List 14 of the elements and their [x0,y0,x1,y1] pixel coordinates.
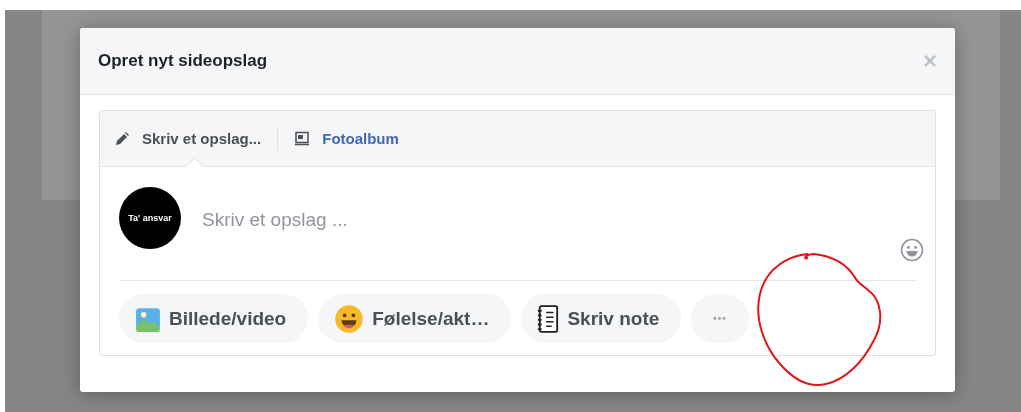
post-input[interactable]: Skriv et opslag ... [200,205,900,235]
action-button[interactable]: Billede/video [119,294,309,343]
action-button[interactable]: Skriv note [521,294,682,343]
album-icon [294,130,311,147]
tab[interactable]: Fotoalbum [294,123,399,154]
emoji-icon[interactable] [900,238,924,262]
notebook-icon [537,304,560,333]
tab[interactable]: Skriv et opslag... [114,123,262,154]
avatar-logo: Ta' ansvar [119,187,181,249]
pencil-icon [114,130,130,147]
picture-icon [135,305,161,332]
smiley-icon [334,303,365,334]
action-button[interactable]: Følelse/akt… [318,294,512,343]
dialog-title: Opret nyt sideopslag [98,51,268,71]
